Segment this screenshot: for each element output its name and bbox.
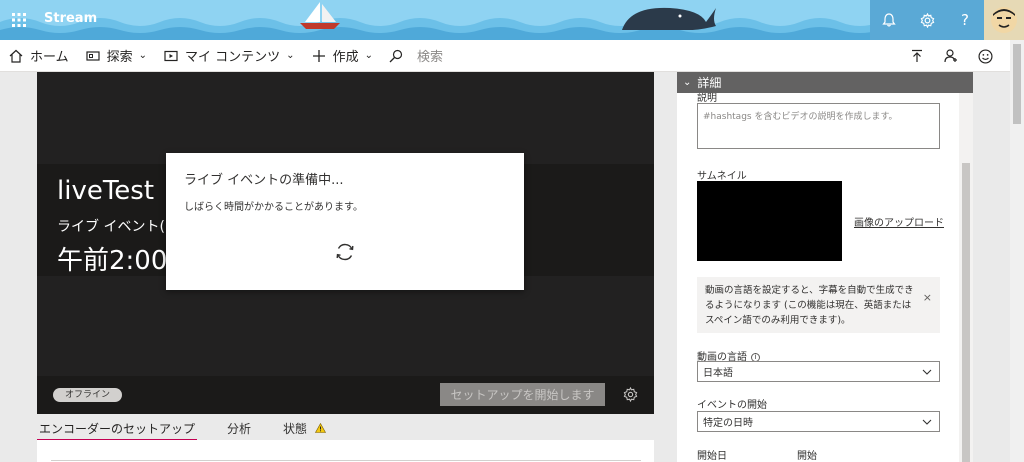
nav-home[interactable]: ホーム — [0, 40, 77, 72]
details-scrollbar[interactable] — [959, 93, 973, 462]
help-button[interactable]: ? — [946, 0, 984, 40]
nav-create-label: 作成 — [332, 50, 359, 65]
tab-status-label: 状態 — [283, 421, 308, 436]
start-setup-button[interactable]: セットアップを開始します — [440, 383, 605, 406]
nav-explore-label: 探索 — [106, 50, 133, 65]
tab-bar: エンコーダーのセットアップ 分析 状態 — [37, 414, 654, 442]
video-settings-button[interactable] — [621, 385, 639, 403]
preparing-dialog: ライブ イベントの準備中... しばらく時間がかかることがあります。 — [166, 153, 524, 290]
tab-status[interactable]: 状態 — [281, 414, 328, 442]
gear-icon — [623, 386, 637, 402]
close-icon[interactable]: × — [923, 290, 932, 305]
tab-analytics[interactable]: 分析 — [225, 414, 253, 442]
nav-right-actions — [900, 40, 1002, 72]
status-badge: オフライン — [53, 388, 123, 402]
thumbnail-label: サムネイル — [697, 171, 747, 182]
chevron-down-icon: ⌄ — [138, 50, 148, 61]
divider — [51, 460, 641, 461]
page-scrollbar-thumb[interactable] — [1013, 44, 1021, 124]
chevron-down-icon — [922, 419, 932, 425]
gear-icon — [920, 12, 934, 28]
loading-spinner-icon — [336, 243, 354, 261]
nav-create[interactable]: 作成 ⌄ — [303, 40, 381, 72]
video-language-select[interactable]: 日本語 — [697, 361, 940, 382]
play-box-icon — [163, 48, 179, 64]
chevron-down-icon: ⌄ — [683, 77, 692, 88]
tab-panel — [37, 440, 654, 462]
language-info-message: 動画の言語を設定すると、字幕を自動で生成できるようになります (この機能は現在、… — [697, 277, 940, 333]
plus-icon — [311, 48, 327, 64]
event-title: liveTest — [57, 176, 155, 206]
search-input[interactable]: 検索 — [381, 40, 451, 72]
help-icon: ? — [961, 11, 969, 29]
details-section-header[interactable]: ⌄ 詳細 — [677, 72, 973, 93]
event-subtitle: ライブ イベント( — [57, 219, 165, 235]
upload-icon — [912, 49, 922, 62]
event-time: 午前2:00 — [57, 246, 168, 276]
page-scrollbar[interactable] — [1010, 40, 1024, 462]
person-add-icon — [944, 49, 957, 63]
app-title[interactable]: Stream — [44, 11, 97, 26]
chevron-down-icon — [922, 369, 932, 375]
info-message-text: 動画の言語を設定すると、字幕を自動で生成できるようになります (この機能は現在、… — [705, 285, 914, 326]
upload-button[interactable] — [900, 40, 934, 72]
waffle-icon — [12, 13, 26, 27]
home-icon — [8, 48, 24, 64]
search-placeholder: 検索 — [416, 50, 443, 65]
nav-my-content[interactable]: マイ コンテンツ ⌄ — [155, 40, 303, 72]
notifications-button[interactable] — [870, 0, 908, 40]
app-launcher-button[interactable] — [0, 0, 38, 40]
avatar-face-icon — [991, 7, 1017, 33]
tab-encoder-setup[interactable]: エンコーダーのセットアップ — [37, 414, 198, 442]
description-field[interactable]: #hashtags を含むビデオの説明を作成します。 — [697, 103, 940, 149]
details-panel: 説明 #hashtags を含むビデオの説明を作成します。 サムネイル 画像のア… — [677, 93, 973, 462]
warning-icon — [315, 423, 327, 433]
avatar[interactable] — [984, 0, 1024, 40]
person-add-button[interactable] — [934, 40, 968, 72]
header-actions: ? — [870, 0, 1024, 40]
details-scrollbar-thumb[interactable] — [962, 163, 970, 462]
event-start-value: 特定の日時 — [703, 418, 753, 429]
details-header-label: 詳細 — [697, 76, 722, 90]
settings-button[interactable] — [908, 0, 946, 40]
bell-icon — [882, 13, 896, 27]
dialog-message: しばらく時間がかかることがあります。 — [184, 202, 363, 213]
nav-explore[interactable]: 探索 ⌄ — [77, 40, 155, 72]
search-icon — [389, 49, 403, 62]
upload-image-link[interactable]: 画像のアップロード — [854, 214, 944, 229]
video-language-value: 日本語 — [703, 368, 733, 379]
thumbnail-image — [697, 181, 842, 261]
feedback-button[interactable] — [968, 40, 1002, 72]
chevron-down-icon: ⌄ — [286, 50, 295, 61]
start-date-label: 開始日 — [697, 451, 727, 462]
header-banner: Stream ? — [0, 0, 1024, 40]
event-start-select[interactable]: 特定の日時 — [697, 411, 940, 432]
dialog-title: ライブ イベントの準備中... — [184, 173, 344, 188]
start-time-label: 開始 — [797, 451, 817, 462]
event-start-label: イベントの開始 — [697, 400, 767, 411]
smiley-icon — [977, 48, 993, 64]
chevron-down-icon: ⌄ — [364, 50, 373, 61]
explore-icon — [85, 48, 101, 64]
nav-bar: ホーム 探索 ⌄ マイ コンテンツ ⌄ 作成 ⌄ 検索 — [0, 40, 1010, 72]
nav-home-label: ホーム — [30, 50, 69, 65]
nav-my-content-label: マイ コンテンツ — [185, 50, 281, 65]
